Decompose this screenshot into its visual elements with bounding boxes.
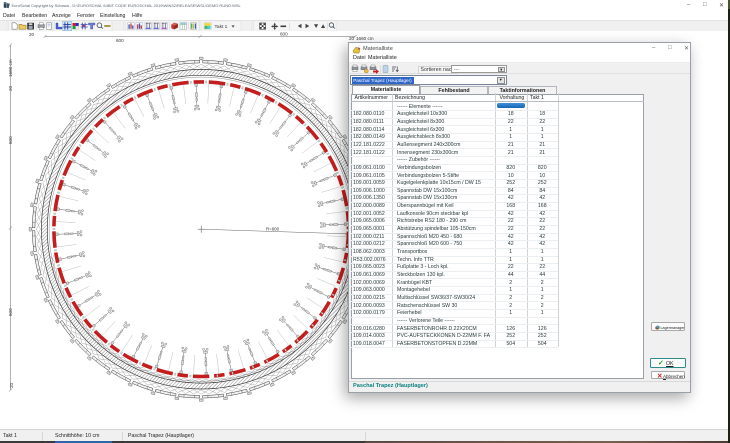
svg-text:600: 600 xyxy=(116,38,124,43)
svg-text:20: 20 xyxy=(9,382,14,388)
svg-text:600: 600 xyxy=(8,308,13,316)
svg-text:600: 600 xyxy=(8,136,13,144)
svg-text:1660 cm: 1660 cm xyxy=(8,59,13,77)
svg-text:20: 20 xyxy=(29,32,35,37)
svg-text:1660 cm: 1660 cm xyxy=(356,36,374,41)
svg-text:R=600: R=600 xyxy=(266,227,280,232)
svg-text:20: 20 xyxy=(8,85,13,91)
svg-text:600: 600 xyxy=(280,32,288,37)
svg-text:20: 20 xyxy=(349,36,355,41)
svg-text:Takt 1: Takt 1 xyxy=(215,24,228,30)
